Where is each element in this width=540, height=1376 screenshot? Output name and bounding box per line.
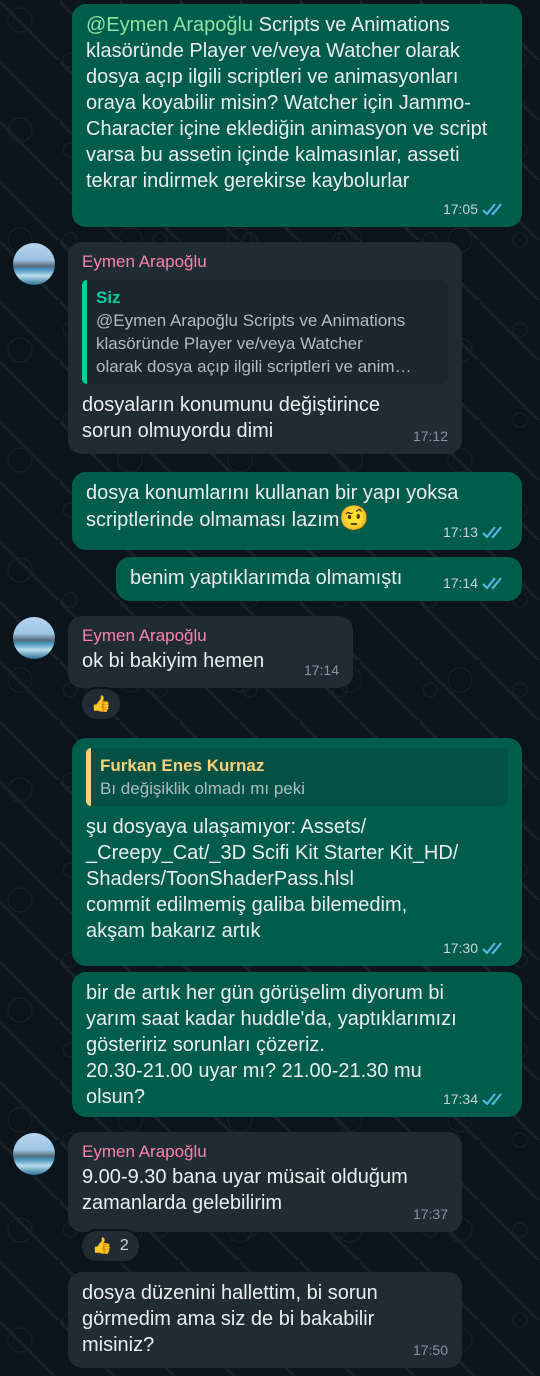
message-time: 17:34: [442, 1091, 478, 1107]
message-incoming[interactable]: Eymen Arapoğlu ok bi bakiyim hemen 17:14: [68, 616, 353, 688]
message-time: 17:13: [442, 524, 478, 540]
quoted-message[interactable]: Furkan Enes Kurnaz Bı değişiklik olmadı …: [86, 748, 508, 806]
message-text: 9.00-9.30 bana uyar müsait olduğum zaman…: [82, 1166, 408, 1214]
message-outgoing[interactable]: bir de artık her gün görüşelim diyorum b…: [72, 972, 522, 1117]
message-incoming[interactable]: Eymen Arapoğlu 9.00-9.30 bana uyar müsai…: [68, 1132, 462, 1232]
message-incoming[interactable]: Eymen Arapoğlu Siz @Eymen Arapoğlu Scrip…: [68, 242, 462, 454]
message-time: 17:05: [442, 201, 478, 217]
sender-name[interactable]: Eymen Arapoğlu: [82, 250, 448, 274]
quote-text: Bı değişiklik olmadı mı peki: [100, 779, 306, 798]
quote-author: Siz: [96, 288, 121, 307]
sender-name[interactable]: Eymen Arapoğlu: [82, 624, 339, 648]
avatar[interactable]: [13, 243, 55, 285]
message-text: @Eymen Arapoğlu Scripts ve Animations kl…: [86, 14, 488, 192]
read-ticks-icon: [482, 577, 502, 590]
message-meta: 17:12: [413, 423, 448, 449]
message-time: 17:12: [412, 428, 448, 444]
read-ticks-icon: [482, 526, 502, 539]
message-meta: 17:13: [443, 519, 508, 545]
message-time: 17:14: [303, 662, 339, 678]
message-outgoing[interactable]: @Eymen Arapoğlu Scripts ve Animations kl…: [72, 4, 522, 227]
message-time: 17:30: [442, 940, 478, 956]
thumbs-up-icon: 👍: [92, 1238, 112, 1255]
avatar[interactable]: [13, 1133, 55, 1175]
message-time: 17:50: [412, 1342, 448, 1358]
message-meta: 17:34: [443, 1086, 508, 1112]
avatar[interactable]: [13, 617, 55, 659]
message-outgoing[interactable]: Furkan Enes Kurnaz Bı değişiklik olmadı …: [72, 738, 522, 966]
message-outgoing[interactable]: benim yaptıklarımda olmamıştı 17:14: [116, 557, 522, 601]
message-time: 17:37: [412, 1206, 448, 1222]
message-meta: 17:50: [413, 1337, 448, 1363]
sender-name[interactable]: Eymen Arapoğlu: [82, 1140, 448, 1164]
quote-text: @Eymen Arapoğlu Scripts ve Animations kl…: [96, 311, 412, 376]
quote-author: Furkan Enes Kurnaz: [100, 756, 265, 775]
message-meta: 17:37: [413, 1201, 448, 1227]
message-text: ok bi bakiyim hemen: [82, 650, 265, 672]
reaction-count: 2: [119, 1237, 129, 1254]
message-meta: 17:30: [443, 935, 508, 961]
message-meta: 17:14: [443, 570, 508, 596]
reaction-badge[interactable]: 👍: [80, 687, 122, 721]
message-time: 17:14: [442, 575, 478, 591]
message-meta: 17:14: [304, 657, 339, 683]
message-list[interactable]: @Eymen Arapoğlu Scripts ve Animations kl…: [0, 0, 540, 1376]
message-outgoing[interactable]: dosya konumlarını kullanan bir yapı yoks…: [72, 472, 522, 550]
message-incoming[interactable]: dosya düzenini hallettim, bi sorun görme…: [68, 1272, 462, 1368]
thinking-face-emoji: 🤨: [339, 505, 370, 532]
read-ticks-icon: [482, 1093, 502, 1106]
reaction-badge[interactable]: 👍 2: [80, 1229, 141, 1263]
message-text: dosya düzenini hallettim, bi sorun görme…: [82, 1282, 378, 1356]
message-text: dosyaların konumunu değiştirince sorun o…: [82, 394, 380, 442]
message-meta: 17:05: [443, 196, 508, 222]
thumbs-up-icon: 👍: [91, 696, 111, 713]
mention-link[interactable]: @Eymen Arapoğlu: [86, 14, 253, 36]
read-ticks-icon: [482, 942, 502, 955]
quoted-message[interactable]: Siz @Eymen Arapoğlu Scripts ve Animation…: [82, 280, 448, 384]
message-text: şu dosyaya ulaşamıyor: Assets/ _Creepy_C…: [86, 816, 459, 942]
read-ticks-icon: [482, 203, 502, 216]
